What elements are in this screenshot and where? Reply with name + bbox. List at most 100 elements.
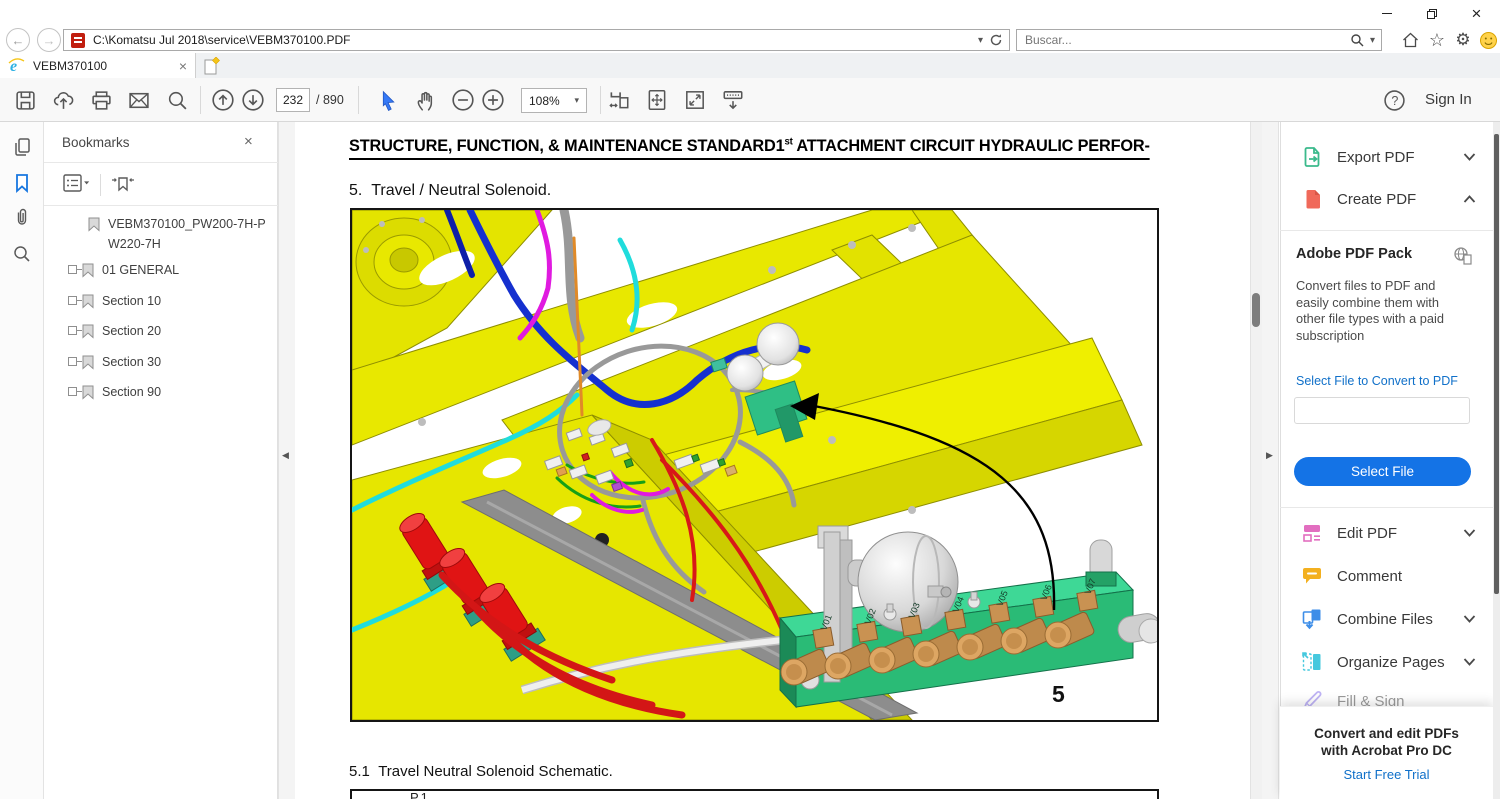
address-input[interactable] [93,33,978,47]
collapse-left-icon[interactable]: ◀ [282,450,289,461]
tab-title: VEBM370100 [33,59,179,73]
start-free-trial-link[interactable]: Start Free Trial [1280,767,1493,782]
tab-vebm370100[interactable]: e VEBM370100 × [0,53,196,78]
bookmark-item[interactable]: Section 10 [44,291,278,311]
forward-button[interactable]: → [37,28,61,52]
page-up-icon [211,88,235,112]
close-button[interactable]: × [1454,0,1499,27]
print-button[interactable] [88,87,114,113]
select-file-convert-link[interactable]: Select File to Convert to PDF [1296,374,1458,388]
edit-pdf-tool[interactable]: Edit PDF [1300,518,1476,548]
hand-tool-button[interactable] [412,87,438,113]
expand-toggle[interactable] [68,265,77,274]
home-button[interactable] [1399,30,1421,50]
settings-button[interactable]: ⚙ [1452,30,1474,50]
next-page-button[interactable] [240,87,266,113]
search-input[interactable] [1017,33,1350,47]
toolbar-divider [358,86,359,114]
feedback-button[interactable] [1477,30,1499,50]
zoom-in-button[interactable] [480,87,506,113]
combine-files-tool[interactable]: Combine Files [1300,604,1476,634]
bookmark-ribbon-icon [82,324,94,339]
create-pdf-icon [1300,187,1324,211]
bookmark-options-button[interactable] [62,172,92,201]
page-count: / 890 [316,93,344,107]
bookmarks-close-icon[interactable]: × [244,133,253,150]
bookmark-item[interactable]: VEBM370100_PW200-7H-PW220-7H [44,214,278,254]
back-button[interactable]: ← [6,28,30,52]
chevron-down-icon[interactable] [1463,658,1476,666]
document-scrollbar-thumb[interactable] [1252,293,1260,327]
rail-search-button[interactable] [11,243,33,265]
help-button[interactable]: ? [1381,87,1407,113]
search-dropdown-icon[interactable]: ▾ [1370,35,1375,46]
search-icon[interactable] [1350,33,1364,47]
page-thumbnails-button[interactable] [11,136,33,158]
email-button[interactable] [126,87,152,113]
cloud-upload-icon [52,89,75,112]
previous-page-button[interactable] [210,87,236,113]
expand-toggle[interactable] [68,357,77,366]
fit-page-button[interactable] [644,87,670,113]
create-pdf-tool[interactable]: Create PDF [1300,184,1476,214]
attachments-button[interactable] [11,206,33,228]
collapse-right-icon[interactable]: ▶ [1266,450,1273,461]
bookmark-item[interactable]: Section 30 [44,352,278,372]
refresh-icon[interactable] [989,33,1003,47]
organize-pages-tool[interactable]: Organize Pages [1300,647,1476,677]
edit-pdf-label: Edit PDF [1337,525,1463,542]
gear-icon: ⚙ [1455,30,1470,50]
address-dropdown-icon[interactable]: ▾ [978,35,983,46]
close-icon: × [1472,4,1482,24]
expand-toggle[interactable] [68,296,77,305]
left-panel-splitter[interactable]: ◀ [278,122,295,799]
envelope-icon [127,89,151,112]
address-bar[interactable]: ▾ [63,29,1010,51]
expand-toggle[interactable] [68,326,77,335]
full-screen-icon [683,88,707,112]
page-number-input[interactable] [277,89,309,111]
comment-tool[interactable]: Comment [1300,561,1476,591]
chevron-down-icon[interactable] [1463,153,1476,161]
search-box[interactable]: ▾ [1016,29,1382,51]
figure-number: 5 [1052,681,1065,707]
fit-width-button[interactable] [606,87,632,113]
bookmark-ribbon-icon [88,217,100,232]
zoom-level-dropdown[interactable]: 108% ▾ [521,88,587,113]
expand-toggle[interactable] [68,387,77,396]
restore-button[interactable] [1409,0,1454,27]
bookmark-item[interactable]: Section 90 [44,382,278,402]
minimize-button[interactable] [1364,0,1409,27]
tab-close-icon[interactable]: × [179,58,187,74]
select-tool-button[interactable] [374,87,400,113]
chevron-down-icon[interactable] [1463,529,1476,537]
convert-file-input[interactable] [1294,397,1470,424]
new-bookmark-button[interactable] [110,172,136,201]
read-mode-button[interactable] [720,87,746,113]
bookmarks-panel-button[interactable] [11,172,33,194]
zoom-dropdown-icon: ▾ [574,95,579,106]
right-panel-splitter[interactable]: ▶ [1262,122,1279,799]
new-tab-button[interactable] [202,56,222,76]
bookmark-item[interactable]: 01 GENERAL [44,260,278,280]
panel-divider [1280,507,1493,508]
zoom-out-button[interactable] [450,87,476,113]
export-pdf-tool[interactable]: Export PDF [1300,142,1476,172]
upload-button[interactable] [50,87,76,113]
panel-divider [44,205,278,206]
page-number-field[interactable] [276,88,310,112]
full-screen-button[interactable] [682,87,708,113]
chevron-down-icon[interactable] [1463,615,1476,623]
bookmark-icon [11,172,33,194]
panel-scrollbar-thumb[interactable] [1494,134,1499,594]
save-button[interactable] [12,87,38,113]
select-file-button[interactable]: Select File [1294,457,1471,486]
solenoid-manifold-inset: V01 V02 V03 V04 V05 V06 V07 [780,526,1157,707]
pdf-pack-service-icon [1452,246,1474,271]
favorites-button[interactable]: ☆ [1426,30,1448,50]
chevron-up-icon[interactable] [1463,195,1476,203]
sign-in-button[interactable]: Sign In [1425,91,1472,108]
find-button[interactable] [164,87,190,113]
document-scrollbar[interactable] [1250,122,1262,799]
bookmark-item[interactable]: Section 20 [44,321,278,341]
